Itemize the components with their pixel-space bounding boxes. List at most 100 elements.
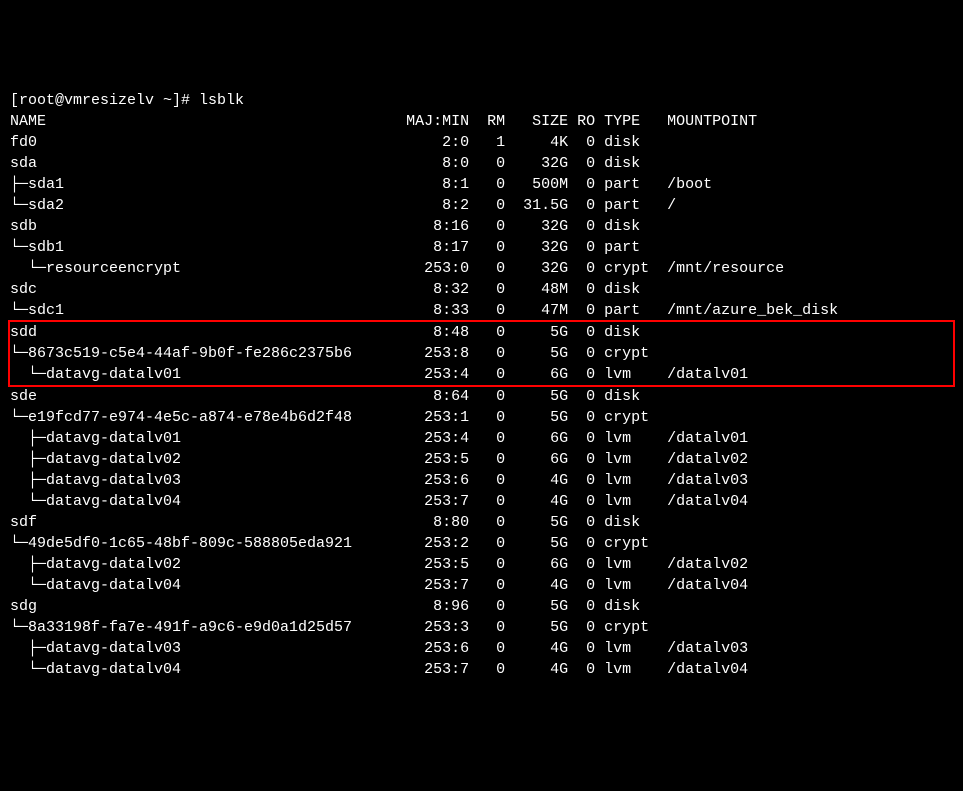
- col-name: └─datavg-datalv04: [10, 577, 406, 594]
- lsblk-row: └─8673c519-c5e4-44af-9b0f-fe286c2375b6 2…: [10, 343, 953, 364]
- col-name: fd0: [10, 134, 406, 151]
- col-size: 48M: [505, 281, 568, 298]
- col-ro: 0: [568, 176, 595, 193]
- lsblk-row: ├─datavg-datalv02 253:5 0 6G 0 lvm /data…: [10, 449, 953, 470]
- col-rm: 0: [469, 577, 505, 594]
- col-type: lvm: [595, 430, 658, 447]
- col-rm: 0: [469, 493, 505, 510]
- col-name: sdg: [10, 598, 406, 615]
- terminal-output: [root@vmresizelv ~]# lsblkNAME MAJ:MIN R…: [10, 90, 953, 680]
- col-mount: /datalv04: [658, 661, 748, 678]
- col-ro: 0: [568, 619, 595, 636]
- col-size: 4K: [505, 134, 568, 151]
- col-size: 5G: [505, 619, 568, 636]
- lsblk-row: ├─datavg-datalv03 253:6 0 4G 0 lvm /data…: [10, 638, 953, 659]
- col-size: 32G: [505, 218, 568, 235]
- col-rm: 0: [469, 345, 505, 362]
- col-mount: [658, 388, 667, 405]
- col-name: sdd: [10, 324, 406, 341]
- col-size: 4G: [505, 577, 568, 594]
- col-rm: 0: [469, 430, 505, 447]
- col-size: 6G: [505, 366, 568, 383]
- col-name: ├─datavg-datalv02: [10, 556, 406, 573]
- col-majmin: 8:33: [406, 302, 469, 319]
- col-mount: [658, 324, 667, 341]
- col-mount: /mnt/azure_bek_disk: [658, 302, 838, 319]
- col-majmin: 253:4: [406, 366, 469, 383]
- col-majmin: 253:5: [406, 451, 469, 468]
- hdr-mount: MOUNTPOINT: [658, 113, 757, 130]
- col-ro: 0: [568, 218, 595, 235]
- col-rm: 0: [469, 388, 505, 405]
- col-name: sdf: [10, 514, 406, 531]
- col-name: sda: [10, 155, 406, 172]
- lsblk-row: └─datavg-datalv04 253:7 0 4G 0 lvm /data…: [10, 659, 953, 680]
- col-majmin: 8:0: [406, 155, 469, 172]
- col-rm: 0: [469, 451, 505, 468]
- lsblk-row: └─sda2 8:2 0 31.5G 0 part /: [10, 195, 953, 216]
- col-name: └─sdb1: [10, 239, 406, 256]
- col-size: 4G: [505, 640, 568, 657]
- col-ro: 0: [568, 535, 595, 552]
- col-type: disk: [595, 598, 658, 615]
- shell-prompt[interactable]: [root@vmresizelv ~]# lsblk: [10, 90, 953, 111]
- col-name: ├─datavg-datalv03: [10, 472, 406, 489]
- col-majmin: 8:80: [406, 514, 469, 531]
- col-ro: 0: [568, 197, 595, 214]
- col-name: └─49de5df0-1c65-48bf-809c-588805eda921: [10, 535, 406, 552]
- col-mount: [658, 155, 667, 172]
- col-type: disk: [595, 218, 658, 235]
- lsblk-row: ├─sda1 8:1 0 500M 0 part /boot: [10, 174, 953, 195]
- col-name: sde: [10, 388, 406, 405]
- hdr-majmin: MAJ:MIN: [406, 113, 469, 130]
- col-ro: 0: [568, 661, 595, 678]
- col-rm: 0: [469, 239, 505, 256]
- col-ro: 0: [568, 451, 595, 468]
- col-rm: 0: [469, 324, 505, 341]
- col-rm: 0: [469, 260, 505, 277]
- col-mount: /boot: [658, 176, 712, 193]
- col-name: ├─datavg-datalv01: [10, 430, 406, 447]
- col-size: 6G: [505, 556, 568, 573]
- col-rm: 0: [469, 409, 505, 426]
- lsblk-row: sdb 8:16 0 32G 0 disk: [10, 216, 953, 237]
- lsblk-row: sdc 8:32 0 48M 0 disk: [10, 279, 953, 300]
- col-size: 500M: [505, 176, 568, 193]
- col-majmin: 253:8: [406, 345, 469, 362]
- col-name: └─datavg-datalv04: [10, 661, 406, 678]
- col-ro: 0: [568, 514, 595, 531]
- col-type: part: [595, 197, 658, 214]
- col-ro: 0: [568, 409, 595, 426]
- col-name: ├─datavg-datalv03: [10, 640, 406, 657]
- col-rm: 0: [469, 535, 505, 552]
- col-ro: 0: [568, 134, 595, 151]
- col-type: crypt: [595, 535, 658, 552]
- col-mount: [658, 598, 667, 615]
- col-ro: 0: [568, 260, 595, 277]
- col-size: 6G: [505, 430, 568, 447]
- col-size: 4G: [505, 493, 568, 510]
- col-type: crypt: [595, 345, 658, 362]
- col-name: └─datavg-datalv01: [10, 366, 406, 383]
- col-size: 32G: [505, 239, 568, 256]
- lsblk-row: sdf 8:80 0 5G 0 disk: [10, 512, 953, 533]
- col-size: 5G: [505, 324, 568, 341]
- col-majmin: 8:16: [406, 218, 469, 235]
- col-type: disk: [595, 324, 658, 341]
- col-name: └─sdc1: [10, 302, 406, 319]
- col-majmin: 253:7: [406, 493, 469, 510]
- col-type: part: [595, 239, 658, 256]
- col-type: lvm: [595, 640, 658, 657]
- lsblk-row: └─sdc1 8:33 0 47M 0 part /mnt/azure_bek_…: [10, 300, 953, 321]
- col-type: lvm: [595, 493, 658, 510]
- col-mount: [658, 345, 667, 362]
- col-size: 31.5G: [505, 197, 568, 214]
- lsblk-row: └─datavg-datalv04 253:7 0 4G 0 lvm /data…: [10, 491, 953, 512]
- col-type: disk: [595, 388, 658, 405]
- lsblk-header: NAME MAJ:MIN RM SIZE RO TYPE MOUNTPOINT: [10, 111, 953, 132]
- col-type: lvm: [595, 556, 658, 573]
- col-majmin: 8:1: [406, 176, 469, 193]
- col-size: 6G: [505, 451, 568, 468]
- col-size: 4G: [505, 472, 568, 489]
- col-rm: 0: [469, 176, 505, 193]
